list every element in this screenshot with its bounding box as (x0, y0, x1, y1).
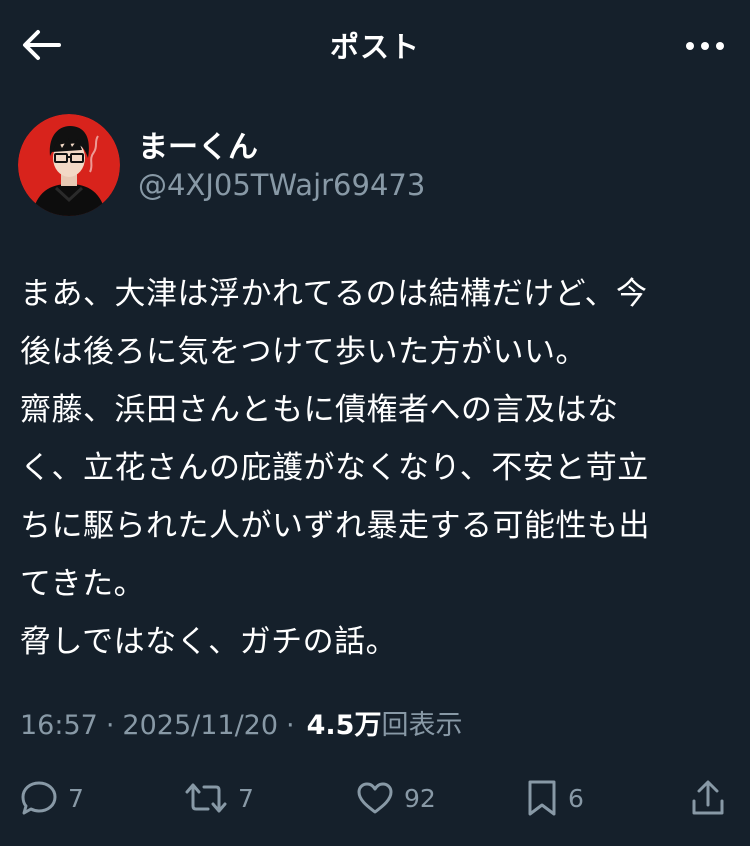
author-handle[interactable]: @4XJ05TWajr69473 (138, 168, 425, 202)
bookmark-count: 6 (568, 783, 584, 813)
post-text-line: 脅しではなく、ガチの話。 (20, 624, 398, 660)
post-meta: 16:57 · 2025/11/20 · 4.5万 回表示 (20, 703, 462, 742)
post-date[interactable]: 2025/11/20 (122, 710, 278, 741)
post-text-line: 齋藤、浜田さんともに債権者への言及はな (20, 392, 619, 428)
like-count: 92 (404, 783, 436, 813)
bookmark-icon (528, 780, 556, 816)
views-count[interactable]: 4.5万 (307, 703, 382, 742)
avatar[interactable] (18, 114, 120, 216)
post-text-line: 後は後ろに気をつけて歩いた方がいい。 (20, 334, 587, 370)
action-bar: 7 7 92 6 (0, 770, 750, 826)
more-button[interactable] (680, 26, 730, 66)
post-text-line: まあ、大津は浮かれてるのは結構だけど、今 (20, 276, 648, 312)
post-text-line: てきた。 (20, 566, 146, 602)
post-time[interactable]: 16:57 (20, 710, 98, 741)
author-display-name[interactable]: まーくん (138, 122, 258, 166)
reply-icon (21, 781, 57, 815)
meta-separator: · (286, 710, 295, 741)
share-button[interactable] (690, 770, 726, 826)
more-horizontal-icon (686, 42, 724, 50)
reply-count: 7 (68, 783, 84, 813)
page-title: ポスト (329, 30, 420, 64)
reply-button[interactable]: 7 (20, 770, 84, 826)
post-text-line: く、立花さんの庇護がなくなり、不安と苛立 (20, 450, 649, 486)
meta-separator: · (105, 710, 115, 741)
post-text: まあ、大津は浮かれてるのは結構だけど、今 後は後ろに気をつけて歩いた方がいい。 … (20, 265, 732, 671)
repost-button[interactable]: 7 (184, 770, 254, 826)
views-label[interactable]: 回表示 (381, 703, 462, 742)
like-button[interactable]: 92 (356, 770, 436, 826)
repost-count: 7 (238, 783, 254, 813)
heart-icon (357, 782, 393, 814)
repost-icon (185, 783, 227, 813)
top-bar: ポスト (0, 0, 750, 88)
share-icon (692, 780, 724, 815)
bookmark-button[interactable]: 6 (526, 770, 584, 826)
post-text-line: ちに駆られた人がいずれ暴走する可能性も出 (20, 508, 650, 544)
